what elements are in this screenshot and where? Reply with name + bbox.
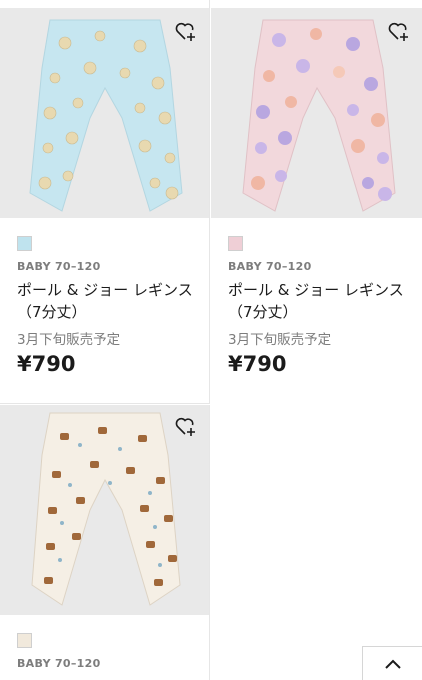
color-swatch[interactable] bbox=[228, 236, 243, 251]
product-name-line2: （7分丈） bbox=[17, 303, 87, 321]
product-price: ¥790 bbox=[17, 352, 76, 376]
product-category: BABY 70–120 bbox=[17, 657, 101, 670]
scroll-to-top-button[interactable] bbox=[362, 646, 422, 680]
product-image[interactable] bbox=[211, 8, 422, 218]
color-swatch[interactable] bbox=[17, 236, 32, 251]
product-image[interactable] bbox=[0, 8, 209, 218]
product-card[interactable]: BABY 70–120 ポール & ジョー レギンス （7分丈） 3月下旬販売予… bbox=[211, 0, 422, 404]
color-swatch[interactable] bbox=[17, 633, 32, 648]
product-card[interactable]: BABY 70–120 ポール & ジョー レギンス （7分丈） 3月下旬販売予… bbox=[0, 0, 210, 404]
product-name-line1: ポール & ジョー レギンス bbox=[228, 281, 404, 299]
product-name[interactable]: ポール & ジョー レギンス （7分丈） bbox=[17, 279, 202, 323]
product-card[interactable]: BABY 70–120 bbox=[0, 405, 210, 680]
product-name-line1: ポール & ジョー レギンス bbox=[17, 281, 193, 299]
product-price: ¥790 bbox=[228, 352, 287, 376]
sale-date-note: 3月下旬販売予定 bbox=[17, 332, 121, 348]
product-category: BABY 70–120 bbox=[17, 260, 101, 273]
heart-plus-icon[interactable] bbox=[386, 18, 412, 44]
product-category: BABY 70–120 bbox=[228, 260, 312, 273]
heart-plus-icon[interactable] bbox=[173, 18, 199, 44]
heart-plus-icon[interactable] bbox=[173, 413, 199, 439]
chevron-up-icon bbox=[385, 659, 401, 669]
product-image[interactable] bbox=[0, 405, 209, 615]
product-name-line2: （7分丈） bbox=[228, 303, 298, 321]
product-name[interactable]: ポール & ジョー レギンス （7分丈） bbox=[228, 279, 413, 323]
sale-date-note: 3月下旬販売予定 bbox=[228, 332, 332, 348]
product-grid: BABY 70–120 ポール & ジョー レギンス （7分丈） 3月下旬販売予… bbox=[0, 0, 422, 680]
